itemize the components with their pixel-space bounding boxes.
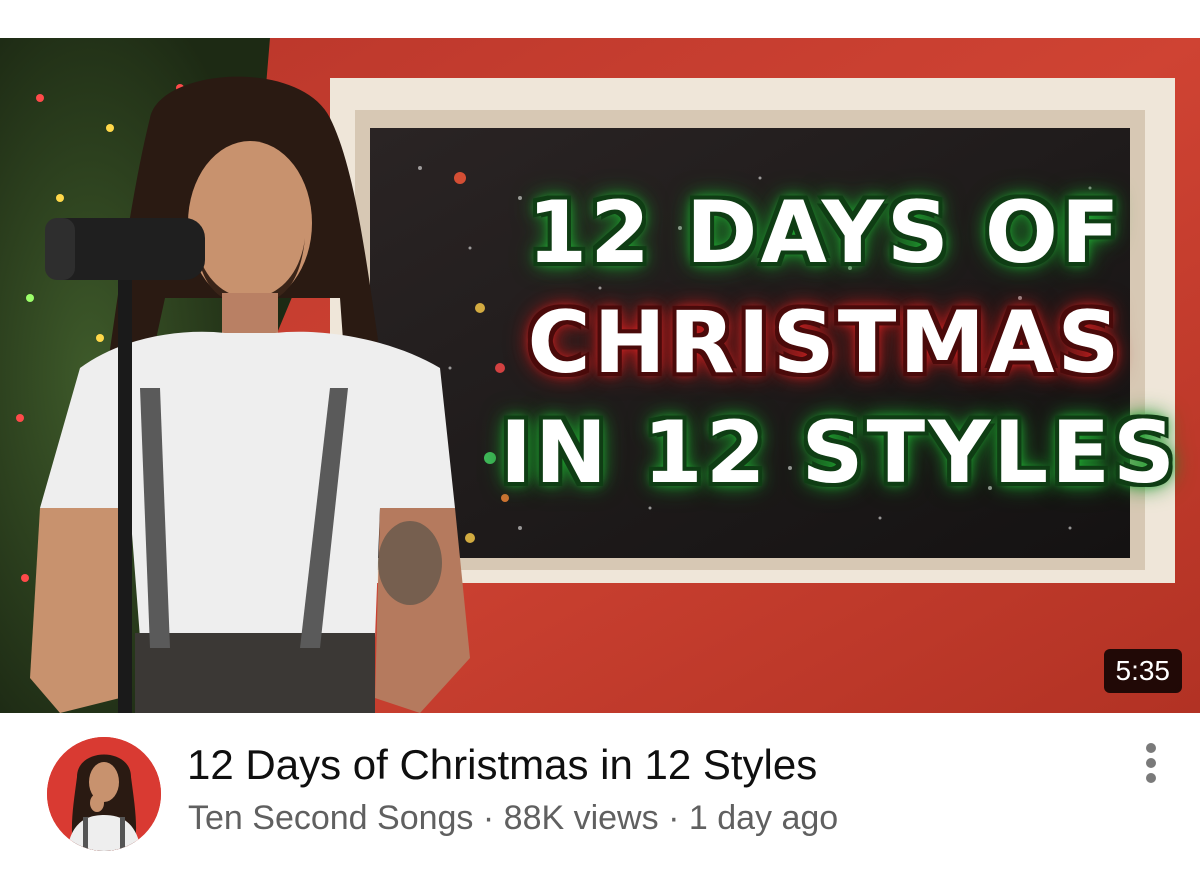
meta-separator: ·: [473, 799, 504, 837]
more-options-button[interactable]: [1132, 735, 1172, 791]
video-details: 12 Days of Christmas in 12 Styles Ten Se…: [0, 713, 1200, 893]
avatar-image: [47, 737, 161, 851]
view-count: 88K views: [503, 799, 659, 837]
video-metadata: Ten Second Songs · 88K views · 1 day ago: [188, 799, 838, 838]
headline-line-1: 12 DAYS OF: [527, 183, 1123, 283]
video-card: 12 DAYS OF CHRISTMAS IN 12 STYLES 5:35 1…: [0, 0, 1200, 893]
top-blank-strip: [0, 0, 1200, 38]
headline-line-2: CHRISTMAS: [527, 293, 1123, 393]
meta-separator: ·: [658, 799, 689, 837]
upload-age: 1 day ago: [688, 799, 839, 837]
duration-badge: 5:35: [1103, 649, 1182, 693]
video-thumbnail[interactable]: 12 DAYS OF CHRISTMAS IN 12 STYLES 5:35: [0, 38, 1200, 713]
video-title[interactable]: 12 Days of Christmas in 12 Styles: [187, 741, 817, 789]
channel-name[interactable]: Ten Second Songs: [188, 799, 473, 837]
thumbnail-headline: 12 DAYS OF CHRISTMAS IN 12 STYLES: [500, 178, 1178, 508]
channel-avatar[interactable]: [47, 737, 161, 851]
headline-line-3: IN 12 STYLES: [500, 403, 1178, 503]
